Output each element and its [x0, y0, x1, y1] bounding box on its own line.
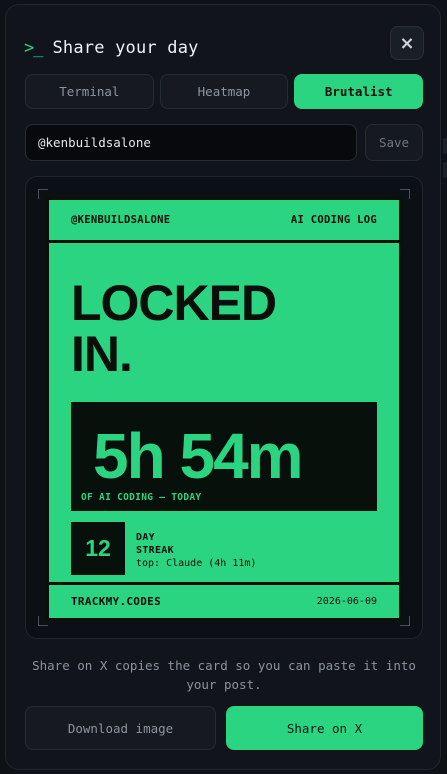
dialog-actions: Download image Share on X [25, 706, 423, 750]
card-log-label: AI CODING LOG [290, 214, 377, 226]
share-hint: Share on X copies the card so you can pa… [32, 658, 416, 692]
card-preview: @KENBUILDSALONE AI CODING LOG LOCKED IN.… [25, 176, 423, 639]
share-dialog: >_ Share your day × Terminal Heatmap Bru… [5, 4, 441, 770]
streak-count: 12 [71, 522, 125, 575]
card-date: 2026-06-09 [316, 596, 377, 607]
background-scroll-mark [443, 138, 447, 154]
tab-brutalist[interactable]: Brutalist [294, 74, 424, 109]
card-handle: @KENBUILDSALONE [71, 214, 171, 226]
top-tool: top: Claude (4h 11m) [136, 558, 257, 569]
streak-label-day: DAY [136, 532, 155, 543]
tab-terminal[interactable]: Terminal [25, 74, 154, 109]
style-tabs: Terminal Heatmap Brutalist [25, 74, 424, 109]
dialog-header: >_ Share your day × [24, 26, 424, 65]
close-icon: × [399, 32, 415, 54]
share-card: @KENBUILDSALONE AI CODING LOG LOCKED IN.… [46, 197, 402, 621]
tab-heatmap[interactable]: Heatmap [159, 74, 289, 109]
dialog-title: Share your day [52, 38, 199, 58]
headline-line-1: LOCKED [71, 275, 277, 331]
download-image-button[interactable]: Download image [25, 706, 216, 750]
coding-time-value: 5h 54m [93, 420, 304, 492]
card-brand: TRACKMY.CODES [71, 595, 161, 608]
handle-input[interactable] [25, 124, 357, 161]
terminal-prompt-icon: >_ [24, 38, 44, 58]
share-on-x-button[interactable]: Share on X [226, 706, 423, 750]
background-scroll-mark [443, 162, 447, 178]
time-box: 5h 54m OF AI CODING — TODAY [71, 402, 377, 511]
streak-label: DAY STREAK [136, 531, 174, 557]
streak-label-streak: STREAK [136, 545, 174, 556]
close-button[interactable]: × [390, 26, 424, 60]
headline-line-2: IN. [71, 326, 133, 382]
coding-time-caption: OF AI CODING — TODAY [81, 492, 202, 503]
save-button[interactable]: Save [365, 124, 423, 161]
card-header: @KENBUILDSALONE AI CODING LOG [49, 200, 399, 243]
handle-row: Save [25, 124, 423, 161]
card-footer: TRACKMY.CODES 2026-06-09 [49, 582, 399, 618]
card-headline: LOCKED IN. [71, 275, 277, 382]
